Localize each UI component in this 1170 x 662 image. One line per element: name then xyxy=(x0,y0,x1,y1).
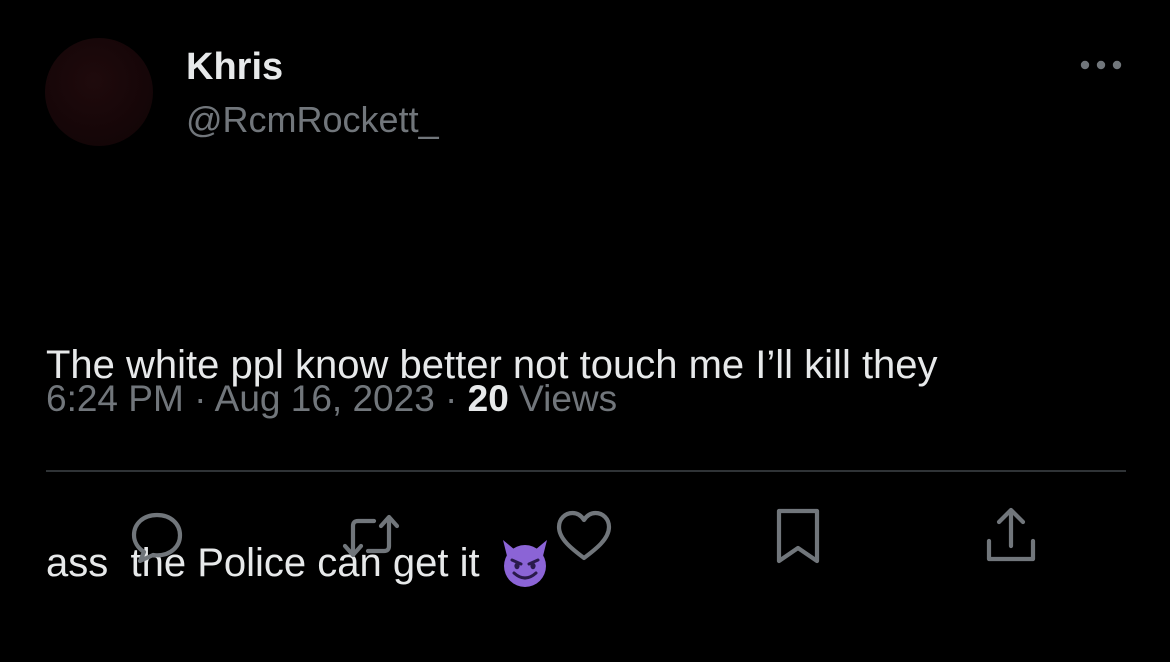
display-name[interactable]: Khris xyxy=(186,44,283,90)
more-options-button[interactable] xyxy=(1074,50,1128,80)
divider xyxy=(46,470,1126,472)
bookmark-icon xyxy=(776,508,820,564)
tweet-time[interactable]: 6:24 PM xyxy=(46,378,184,419)
retweet-button[interactable] xyxy=(341,506,401,566)
reply-icon xyxy=(131,512,183,564)
views-count[interactable]: 20 xyxy=(468,378,509,419)
user-handle[interactable]: @RcmRockett_ xyxy=(186,98,439,142)
share-icon xyxy=(986,507,1036,562)
meta-separator: · xyxy=(183,378,215,419)
reply-button[interactable] xyxy=(127,506,187,566)
more-options-icon xyxy=(1080,60,1122,70)
retweet-icon xyxy=(342,514,400,558)
avatar[interactable] xyxy=(45,38,153,146)
meta-separator: · xyxy=(434,378,468,419)
like-button[interactable] xyxy=(554,506,614,566)
tweet-text: The white ppl know better not touch me I… xyxy=(46,200,1126,662)
smiling-face-with-horns-icon xyxy=(502,540,547,587)
like-icon xyxy=(556,510,612,561)
share-button[interactable] xyxy=(981,506,1041,566)
tweet-date[interactable]: Aug 16, 2023 xyxy=(215,378,435,419)
bookmark-button[interactable] xyxy=(768,506,828,566)
tweet-text-line-2-text: ass the Police can get it xyxy=(46,541,491,585)
tweet-meta: 6:24 PM · Aug 16, 2023 · 20 Views xyxy=(46,376,617,422)
views-label[interactable]: Views xyxy=(509,378,617,419)
